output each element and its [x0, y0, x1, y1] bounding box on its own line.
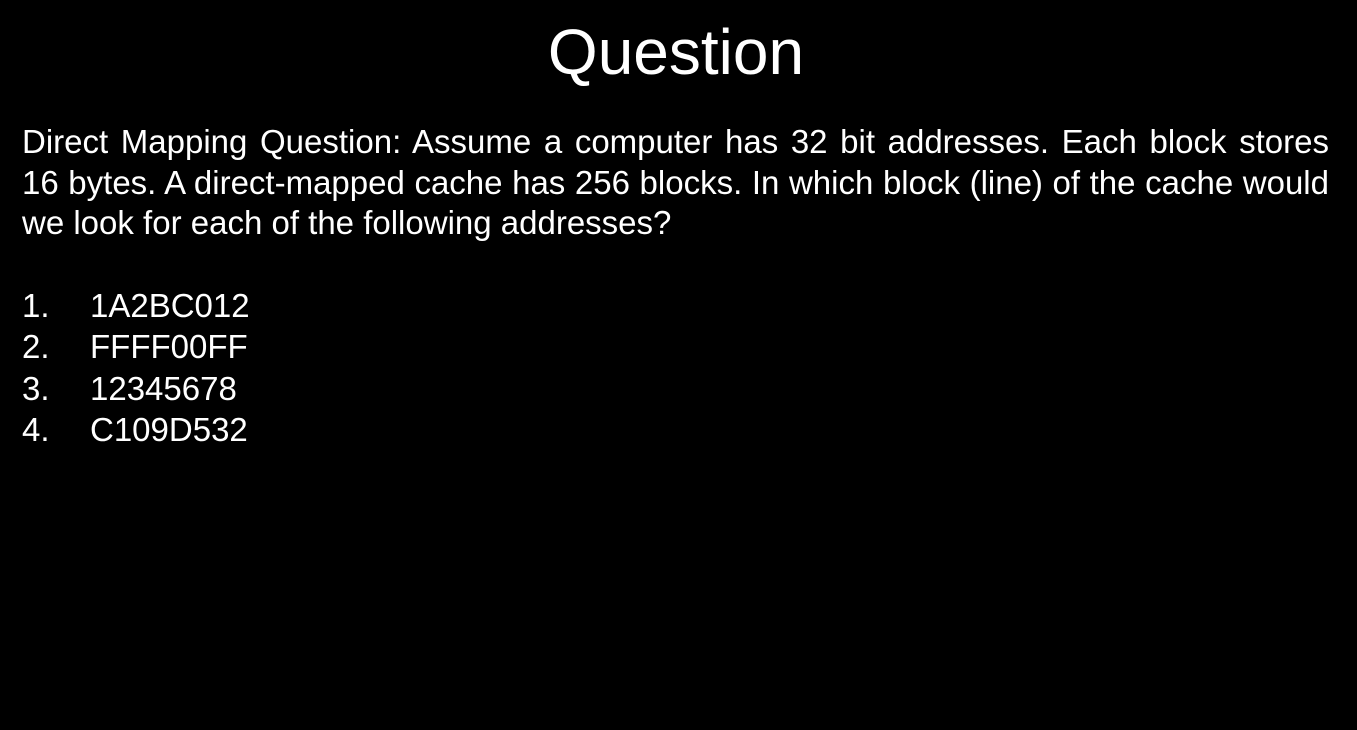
list-item-number: 4. [22, 410, 50, 448]
address-value: 1A2BC012 [90, 287, 250, 324]
list-item-number: 3. [22, 369, 50, 407]
list-item: 4. C109D532 [22, 409, 622, 450]
list-item: 2. FFFF00FF [22, 326, 622, 367]
question-text: Direct Mapping Question: Assume a comput… [22, 123, 1329, 241]
slide-title: Question [547, 16, 805, 88]
list-item: 1. 1A2BC012 [22, 285, 622, 326]
slide: Question Direct Mapping Question: Assume… [0, 0, 1357, 730]
address-value: 12345678 [90, 369, 237, 407]
list-item-number: 2. [22, 328, 50, 366]
address-value: C109D532 [90, 410, 248, 448]
address-value: FFFF00FF [90, 328, 248, 366]
list-item: 3. 12345678 [22, 368, 622, 409]
address-list: 1. 1A2BC012 2. FFFF00FF 3. 12345678 4. C… [22, 285, 622, 450]
list-item-number: 1. [22, 287, 50, 324]
